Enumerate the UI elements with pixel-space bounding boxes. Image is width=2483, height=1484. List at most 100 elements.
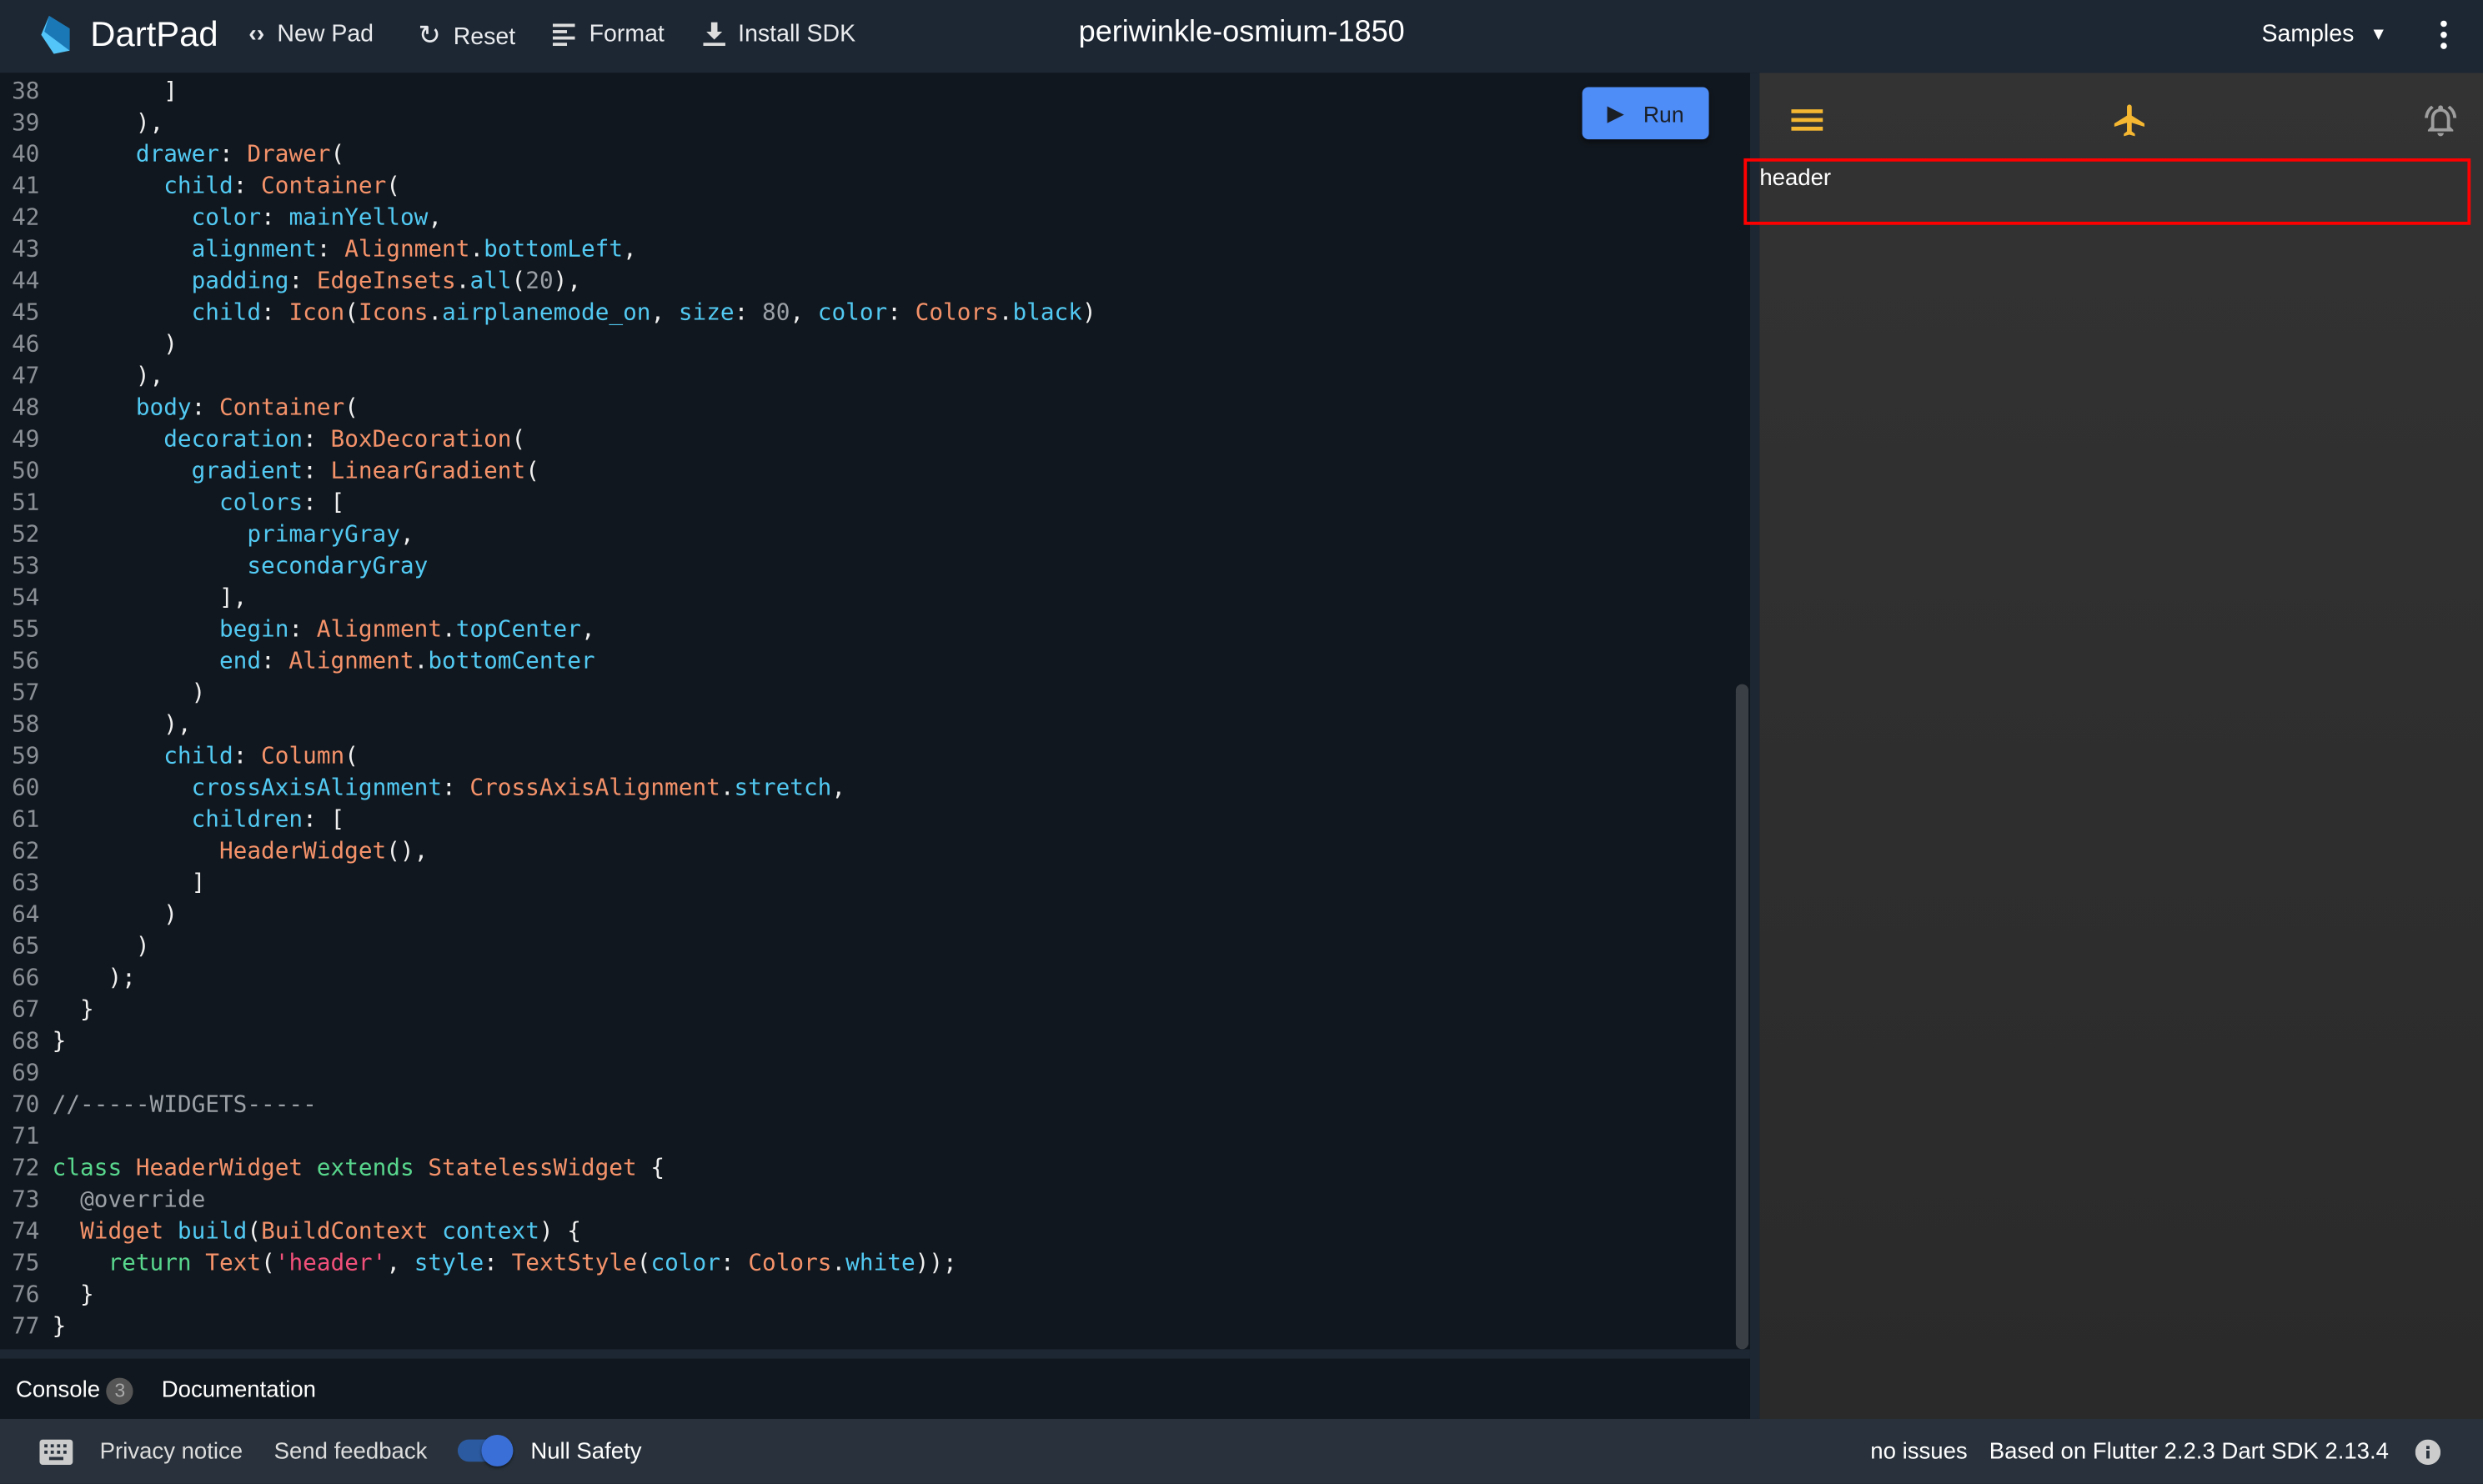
split-divider[interactable] [1749,73,1760,1419]
code-token: Colors [915,299,999,327]
code-token: decoration [163,425,303,454]
pad-title[interactable]: periwinkle-osmium-1850 [1079,16,1405,49]
code-token: ) { [539,1217,581,1246]
line-number: 66 [12,964,40,992]
code-token: Alignment [344,236,470,263]
line-number: 68 [12,1027,40,1055]
code-token: return [108,1249,206,1276]
code-token: : [303,425,331,454]
new-pad-button[interactable]: ‹› New Pad [248,21,374,48]
code-token: ) [52,330,178,358]
menu-icon[interactable] [1791,109,1823,132]
console-tab[interactable]: Console 3 [16,1377,133,1405]
code-line: 72 class HeaderWidget extends StatelessWi… [0,1153,1096,1185]
code-line: 70 //-----WIDGETS----- [0,1090,1096,1121]
code-token: , [580,615,595,644]
code-token: Drawer [247,141,331,168]
issues-status: no issues [1870,1439,1968,1466]
console-count-badge: 3 [106,1377,133,1405]
keyboard-icon[interactable] [39,1439,73,1466]
install-sdk-button[interactable]: Install SDK [703,21,855,48]
format-button[interactable]: Format [552,21,665,48]
code-token: , [386,1249,414,1276]
code-token: ); [52,964,136,992]
line-number: 76 [12,1281,40,1308]
reset-button[interactable]: ↻ Reset [418,21,515,53]
info-icon[interactable] [2415,1439,2441,1466]
line-number: 42 [12,204,40,232]
code-token: ), [52,710,192,739]
code-token: ) [52,932,150,960]
code-token: } [52,995,94,1024]
line-number: 69 [12,1059,40,1087]
code-token: ] [52,869,206,897]
line-number: 63 [12,869,40,897]
code-token: } [52,1281,94,1308]
null-safety-toggle[interactable] [457,1434,514,1466]
code-token: : [734,299,763,327]
code-token: ( [247,1217,262,1246]
code-token: ) [52,900,178,929]
code-editor[interactable]: 38 ] 39 ), 40 drawer: Drawer(41 child: Con… [0,73,1750,1350]
editor-scrollbar[interactable] [1735,684,1749,1350]
code-line: 46 ) [0,329,1096,361]
code-token: BoxDecoration [330,425,512,454]
line-number: 75 [12,1249,40,1276]
code-token: ), [52,109,164,137]
code-token: CrossAxisAlignment [469,774,720,802]
line-number: 48 [12,394,40,422]
code-token: Alignment [288,647,414,675]
code-line: 42 color: mainYellow, [0,203,1096,234]
samples-dropdown[interactable]: Samples ▼ [2261,21,2387,48]
dart-logo-icon [41,15,70,54]
send-feedback-link[interactable]: Send feedback [274,1440,428,1465]
code-line: 69 [0,1058,1096,1090]
documentation-tab[interactable]: Documentation [162,1378,316,1403]
code-token: Icons [358,299,429,327]
code-token: ( [636,1249,651,1276]
line-number: 45 [12,299,40,327]
privacy-notice-link[interactable]: Privacy notice [100,1440,243,1465]
code-line: 57 ) [0,678,1096,709]
code-line: 38 ] [0,76,1096,108]
top-bar: DartPad ‹› New Pad ↻ Reset Format Install … [0,0,2483,73]
line-number: 44 [12,268,40,295]
line-number: 59 [12,742,40,770]
code-token: LinearGradient [330,457,526,485]
code-line: 74 Widget build(BuildContext context) { [0,1216,1096,1248]
output-panel [1759,73,2483,1419]
code-line: 55 begin: Alignment.topCenter, [0,614,1096,646]
code-token: ( [511,268,526,295]
panel-resize-handle[interactable] [0,1349,1750,1359]
code-line: 73 @override [0,1185,1096,1216]
code-token: : [261,647,289,675]
code-token: ) [1081,299,1096,327]
line-number: 47 [12,362,40,390]
notification-bell-icon[interactable] [2421,102,2460,140]
code-token: child [191,299,262,327]
code-token: : [261,299,289,327]
line-number: 71 [12,1122,40,1151]
line-number: 73 [12,1186,40,1214]
line-number: 77 [12,1312,40,1340]
run-button[interactable]: ▶ Run [1582,87,1709,140]
code-token: { [650,1154,665,1182]
code-token: ), [52,362,164,390]
code-line: 41 child: Container( [0,171,1096,203]
code-token: , [831,774,846,802]
code-token: : [288,268,317,295]
code-line: 51 colors: [ [0,488,1096,519]
line-number: 50 [12,457,40,485]
code-token: gradient [191,457,303,485]
code-token: StatelessWidget [428,1154,651,1182]
line-number: 54 [12,584,40,612]
more-vert-icon[interactable] [2439,19,2448,51]
refresh-icon: ↻ [418,20,441,51]
code-line: 43 alignment: Alignment.bottomLeft, [0,234,1096,266]
header-widget-text: header [1759,166,1832,192]
